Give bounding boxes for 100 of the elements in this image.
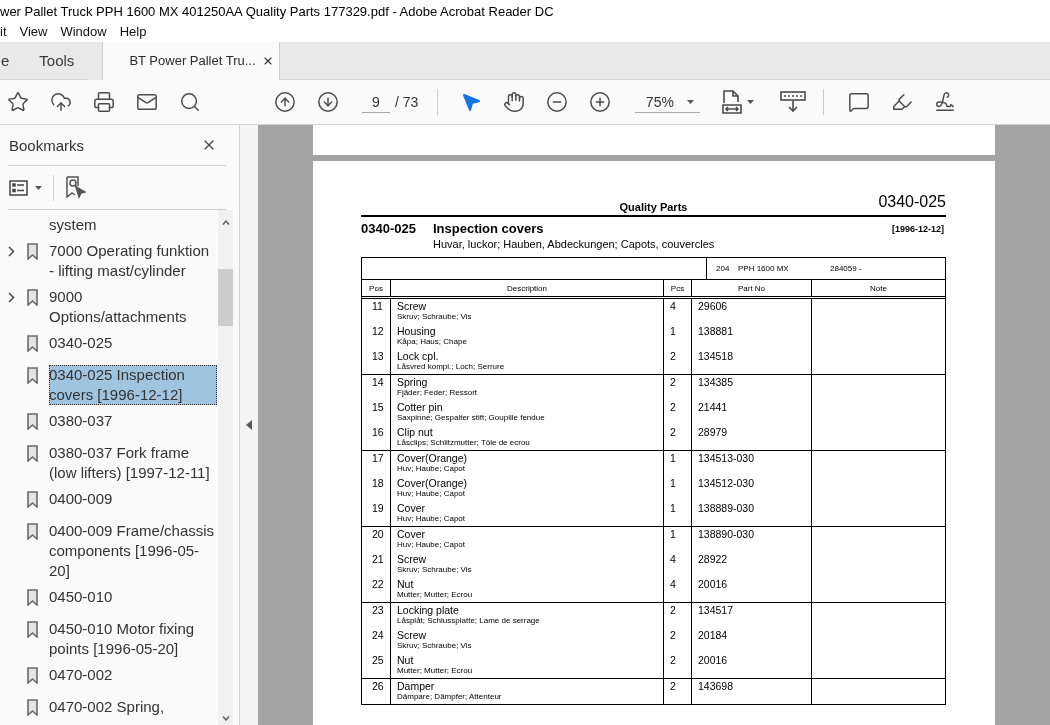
menu-item[interactable]: Window: [60, 23, 107, 41]
part-quantity: 1: [670, 528, 676, 540]
zoom-field[interactable]: 75%: [635, 91, 701, 113]
bookmark-item[interactable]: system: [49, 215, 217, 235]
part-number: 134518: [698, 350, 734, 362]
bookmark-icon: [27, 588, 38, 606]
menu-item[interactable]: it: [0, 23, 7, 41]
bookmark-item[interactable]: 0380-037: [49, 411, 217, 431]
bookmark-item[interactable]: 9000 Options/attachments: [49, 287, 217, 327]
page-fit-icon[interactable]: [722, 90, 743, 114]
part-position: 14: [372, 376, 384, 388]
part-quantity: 1: [670, 477, 676, 489]
list-options-icon[interactable]: [9, 179, 28, 196]
part-position: 21: [372, 553, 384, 565]
caret-icon[interactable]: [687, 100, 695, 104]
scrollbar[interactable]: [218, 210, 233, 725]
signature-icon[interactable]: [934, 91, 957, 113]
part-quantity: 2: [670, 350, 676, 362]
bookmark-item[interactable]: 0400-009 Frame/chassis components [1996-05-20]: [49, 521, 217, 581]
part-translation: Låsclips; Schlitzmutter; Tôle de ecrou: [397, 438, 530, 448]
part-name: Cover(Orange): [397, 452, 468, 464]
model-info-text: PPH 1600 MX: [738, 264, 790, 273]
bookmark-item[interactable]: 0340-025: [49, 333, 217, 353]
part-number: 134385: [698, 376, 734, 388]
comment-icon[interactable]: [848, 91, 871, 113]
part-position: 17: [372, 452, 384, 464]
menu-item[interactable]: View: [19, 23, 48, 41]
hand-icon[interactable]: [503, 91, 526, 113]
part-name: Cover(Orange): [397, 477, 468, 489]
part-name: Nut: [397, 654, 414, 666]
tab[interactable]: BT Power Pallet Tru...: [102, 42, 280, 80]
bookmark-item[interactable]: 0450-010: [49, 587, 217, 607]
bookmark-icon: [27, 242, 38, 260]
bookmark-icon: [27, 412, 38, 430]
page-count: / 73: [395, 94, 419, 110]
part-position: 19: [372, 502, 384, 514]
highlighter-icon[interactable]: [891, 91, 914, 113]
chevron-icon[interactable]: [8, 245, 15, 257]
part-position: 23: [372, 604, 384, 616]
part-quantity: 2: [670, 654, 676, 666]
part-quantity: 2: [670, 604, 676, 616]
menu-item[interactable]: Help: [119, 23, 147, 41]
arrow-down-circle-icon[interactable]: [317, 91, 339, 113]
scroll-up-icon[interactable]: [221, 220, 230, 225]
bookmark-icon: [27, 522, 38, 540]
chevron-icon[interactable]: [8, 291, 15, 303]
collapse-arrow-icon[interactable]: [246, 420, 252, 430]
star-icon[interactable]: [7, 91, 29, 113]
cloud-upload-icon[interactable]: [50, 91, 72, 113]
part-position: 16: [372, 426, 384, 438]
section-code: 0340-025: [878, 193, 946, 211]
caret-icon[interactable]: [35, 185, 42, 190]
page-number-field[interactable]: 9: [362, 91, 390, 113]
part-translation: Huv; Haube; Capot: [397, 464, 466, 474]
part-position: 18: [372, 477, 384, 489]
part-quantity: 2: [670, 680, 676, 692]
part-translation: Mutter; Mutter; Ecrou: [397, 590, 473, 600]
mail-icon[interactable]: [136, 91, 158, 113]
scroll-mode-icon[interactable]: [780, 91, 807, 113]
bookmark-item[interactable]: 7000 Operating funktion - lifting mast/cylinder: [49, 241, 217, 281]
pointer-icon[interactable]: [460, 91, 483, 113]
heading-title: Inspection covers: [433, 221, 545, 237]
bookmark-search-icon[interactable]: [65, 176, 86, 199]
part-name: Clip nut: [397, 426, 433, 438]
bookmark-icon: [27, 620, 38, 638]
printer-icon[interactable]: [93, 91, 115, 113]
column-header: Description: [507, 283, 547, 293]
bookmark-item[interactable]: 0470-002 Spring,: [49, 697, 217, 717]
part-quantity: 2: [670, 401, 676, 413]
part-translation: Dämpare; Dämpfer; Attenteur: [397, 692, 502, 702]
scrollbar-thumb[interactable]: [218, 269, 233, 326]
part-quantity: 2: [670, 629, 676, 641]
bookmark-icon: [27, 698, 38, 716]
part-name: Screw: [397, 553, 427, 565]
part-name: Locking plate: [397, 604, 459, 616]
bookmark-item[interactable]: 0380-037 Fork frame (low lifters) [1997-12-11]: [49, 443, 217, 483]
part-translation: Huv; Haube; Capot: [397, 540, 466, 550]
search-icon[interactable]: [179, 91, 201, 113]
report-title: Quality Parts: [619, 201, 688, 214]
caret-icon[interactable]: [747, 100, 755, 104]
part-name: Damper: [397, 680, 435, 692]
part-position: 13: [372, 350, 384, 362]
arrow-up-circle-icon[interactable]: [274, 91, 296, 113]
part-name: Housing: [397, 325, 436, 337]
model-info-text: 204: [716, 264, 731, 273]
part-position: 15: [372, 401, 384, 413]
bookmark-item[interactable]: 0340-025 Inspection covers [1996-12-12]: [49, 365, 217, 405]
zoom-in-icon[interactable]: [589, 91, 612, 113]
bookmark-item[interactable]: 0470-002: [49, 665, 217, 685]
part-position: 11: [372, 300, 383, 312]
bookmark-icon: [27, 490, 38, 508]
bookmark-item[interactable]: 0400-009: [49, 489, 217, 509]
part-number: 138881: [698, 325, 734, 337]
zoom-out-icon[interactable]: [546, 91, 569, 113]
column-header: Note: [870, 283, 887, 293]
part-number: 29606: [698, 300, 728, 312]
bookmark-item[interactable]: 0450-010 Motor fixing points [1996-05-20]: [49, 619, 217, 659]
column-header: Part No: [737, 283, 766, 293]
part-name: Spring: [397, 376, 428, 388]
scroll-down-icon[interactable]: [221, 716, 230, 721]
